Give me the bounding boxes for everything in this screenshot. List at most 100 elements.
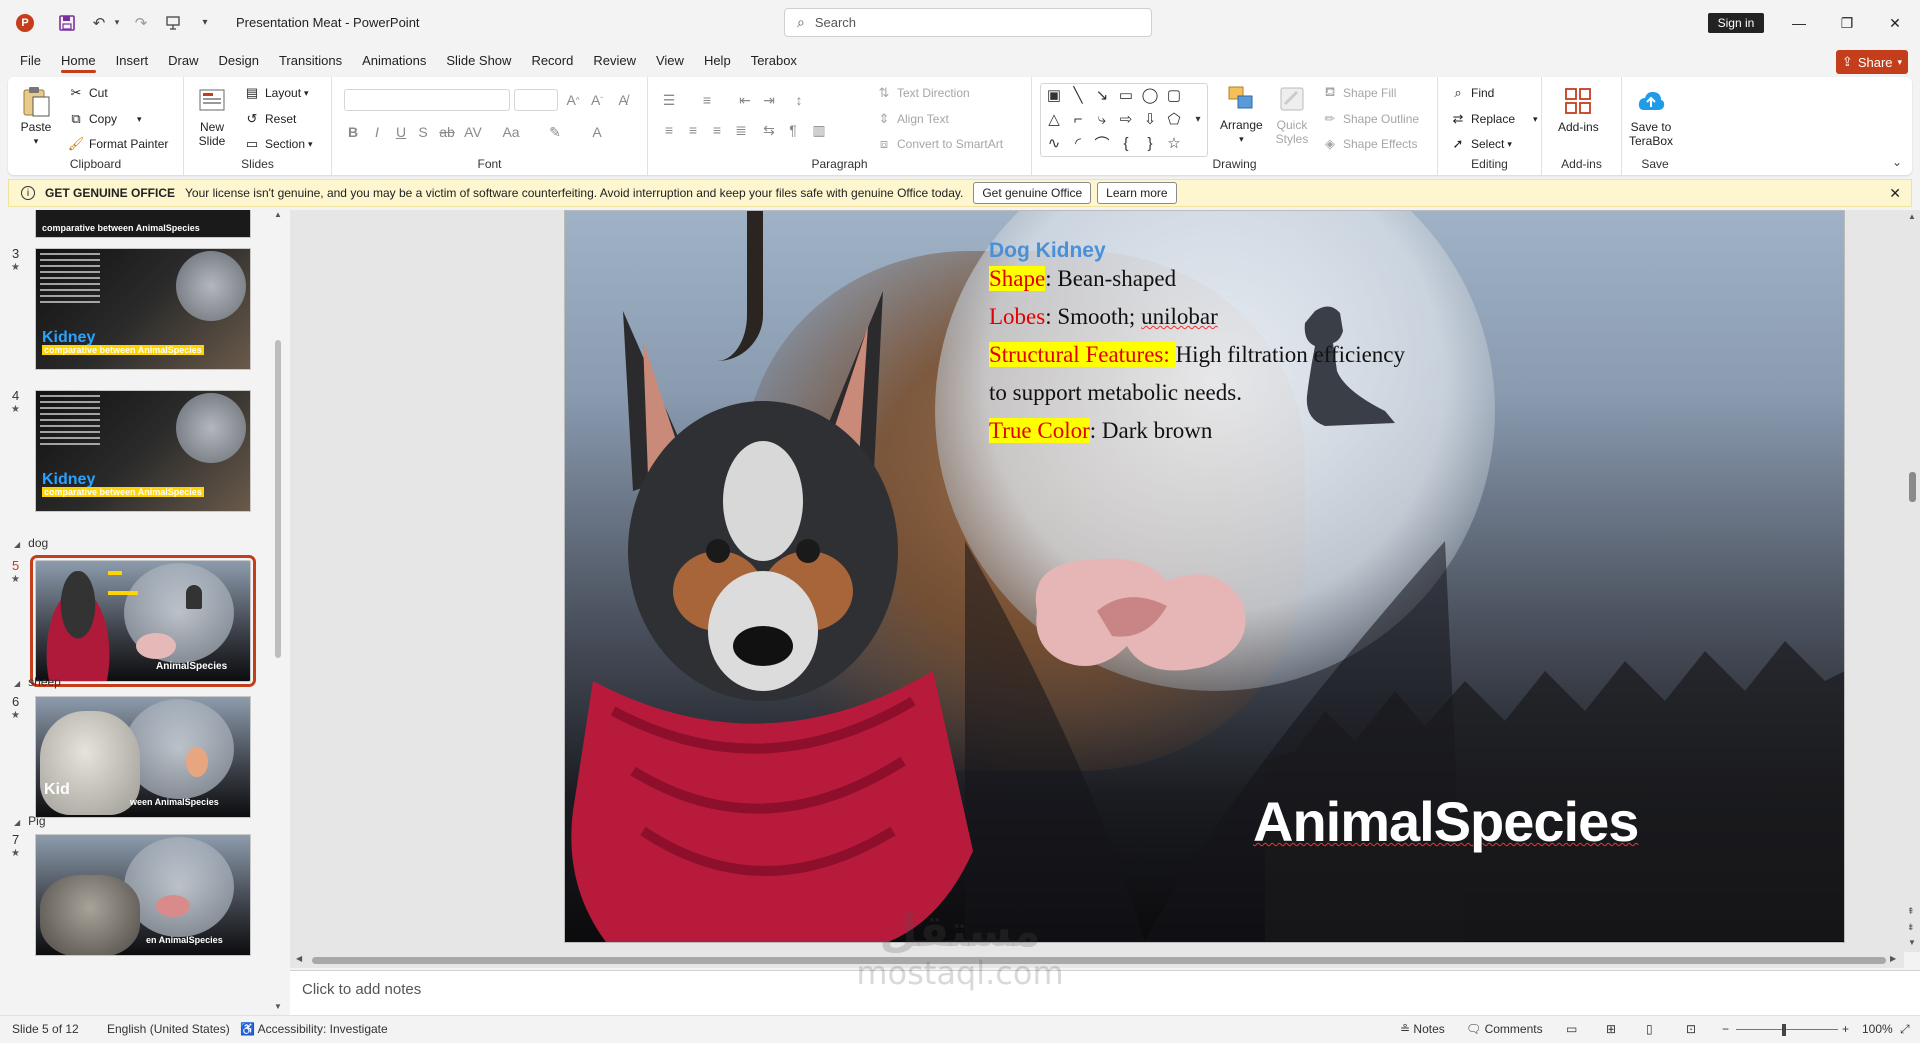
more-shapes-icon[interactable]: ▾ (1187, 108, 1209, 130)
share-button[interactable]: ⇪ Share ▾ (1836, 50, 1908, 74)
new-slide-button[interactable]: New Slide (194, 85, 230, 148)
minimize-icon[interactable]: — (1776, 10, 1822, 36)
character-spacing-icon[interactable]: AV (462, 121, 484, 143)
right-brace-shape-icon[interactable]: } (1139, 132, 1161, 154)
convert-smartart-button[interactable]: ⧈ Convert to SmartArt (876, 136, 1003, 152)
redo-icon[interactable]: ↷ (128, 10, 154, 36)
paste-button[interactable]: Paste ▾ (20, 85, 52, 148)
tab-terabox[interactable]: Terabox (751, 45, 797, 75)
arrow-line-shape-icon[interactable]: ↘ (1091, 84, 1113, 106)
increase-indent-icon[interactable]: ⇥ (758, 89, 780, 111)
slide-thumbnail[interactable]: Kidney comparative between AnimalSpecies (35, 248, 251, 370)
accessibility-button[interactable]: ♿ Accessibility: Investigate (240, 1022, 388, 1036)
text-direction-button[interactable]: ⇅ Text Direction (876, 85, 970, 101)
zoom-slider[interactable] (1736, 1029, 1838, 1030)
tab-draw[interactable]: Draw (168, 45, 198, 75)
scroll-down-icon[interactable]: ▼ (274, 1002, 282, 1011)
copy-button[interactable]: ⧉ Copy ▾ (68, 111, 141, 127)
shapes-gallery[interactable]: ▣ ╲ ↘ ▭ ◯ ▢ △ ⌐ ⤷ ⇨ ⇩ ⬠ ∿ ◜ ⌒ { } ☆ ▾ (1040, 83, 1208, 157)
down-arrow-shape-icon[interactable]: ⇩ (1139, 108, 1161, 130)
arrange-button[interactable]: Arrange ▾ (1220, 83, 1263, 146)
change-case-icon[interactable]: Aa (500, 121, 522, 143)
scrollbar-thumb[interactable] (1909, 472, 1916, 502)
slide-thumbnail[interactable]: en AnimalSpecies (35, 834, 251, 956)
shape-fill-button[interactable]: ⛾ Shape Fill (1322, 84, 1397, 101)
align-text-button[interactable]: ⇕ Align Text (876, 111, 949, 127)
restore-icon[interactable]: ❐ (1824, 10, 1870, 36)
slide-panel-scrollbar[interactable]: ▲ ▼ (272, 210, 284, 1015)
ltr-icon[interactable]: ¶ (782, 119, 804, 141)
font-color-icon[interactable]: A (586, 121, 608, 143)
oval-shape-icon[interactable]: ◯ (1139, 84, 1161, 106)
star-shape-icon[interactable]: ☆ (1163, 132, 1185, 154)
align-right-icon[interactable]: ≡ (706, 119, 728, 141)
slideshow-view-icon[interactable]: ⊡ (1686, 1022, 1696, 1036)
decrease-indent-icon[interactable]: ⇤ (734, 89, 756, 111)
close-icon[interactable]: ✕ (1872, 10, 1918, 36)
justify-icon[interactable]: ≣ (730, 119, 752, 141)
rectangle-shape-icon[interactable]: ▭ (1115, 84, 1137, 106)
slide-counter[interactable]: Slide 5 of 12 (12, 1022, 79, 1036)
slide-thumbnail[interactable]: Kid ween AnimalSpecies (35, 696, 251, 818)
tab-file[interactable]: File (20, 45, 41, 75)
search-input[interactable]: ⌕ Search (784, 8, 1152, 37)
present-icon[interactable] (160, 10, 186, 36)
previous-slide-icon[interactable]: ⇞ (1907, 906, 1915, 917)
textbox-shape-icon[interactable]: ▣ (1043, 84, 1065, 106)
slide-sorter-icon[interactable]: ⊞ (1606, 1022, 1616, 1036)
shape-effects-button[interactable]: ◈ Shape Effects (1322, 136, 1418, 152)
bold-icon[interactable]: B (342, 121, 364, 143)
scroll-left-icon[interactable]: ◀ (296, 954, 302, 963)
bullets-icon[interactable]: ☰ (658, 89, 680, 111)
language-indicator[interactable]: English (United States) (107, 1022, 230, 1036)
slide-thumbnail[interactable]: comparative between AnimalSpecies (35, 210, 251, 238)
font-size-select[interactable] (514, 89, 558, 111)
learn-more-button[interactable]: Learn more (1097, 182, 1177, 204)
shadow-icon[interactable]: S (412, 121, 434, 143)
line-spacing-icon[interactable]: ↕ (788, 89, 810, 111)
zoom-in-icon[interactable]: + (1842, 1022, 1849, 1036)
connector-shape-icon[interactable]: ⌐ (1067, 108, 1089, 130)
triangle-shape-icon[interactable]: △ (1043, 108, 1065, 130)
section-header-dog[interactable]: dog (14, 536, 48, 550)
strikethrough-icon[interactable]: ab (436, 121, 458, 143)
editor-horizontal-scrollbar[interactable]: ◀ ▶ (290, 952, 1904, 968)
normal-view-icon[interactable]: ▭ (1566, 1022, 1577, 1036)
left-brace-shape-icon[interactable]: { (1115, 132, 1137, 154)
scrollbar-thumb[interactable] (312, 957, 1886, 964)
save-terabox-button[interactable]: Save to TeraBox (1628, 85, 1674, 148)
scrollbar-thumb[interactable] (275, 340, 281, 658)
collapse-ribbon-icon[interactable]: ⌄ (1892, 155, 1902, 169)
clear-formatting-icon[interactable]: A̸ (612, 89, 634, 111)
tab-transitions[interactable]: Transitions (279, 45, 342, 75)
tab-animations[interactable]: Animations (362, 45, 426, 75)
quick-styles-button[interactable]: Quick Styles (1272, 83, 1312, 146)
reset-button[interactable]: ↺ Reset (244, 111, 297, 127)
cut-button[interactable]: ✂ Cut (68, 85, 108, 101)
get-genuine-office-button[interactable]: Get genuine Office (973, 182, 1092, 204)
right-arrow-shape-icon[interactable]: ⇨ (1115, 108, 1137, 130)
highlight-icon[interactable]: ✎ (544, 121, 566, 143)
editor-vertical-scrollbar[interactable]: ▲ ⇞ ⇟ ▼ (1904, 210, 1920, 952)
customize-toolbar-icon[interactable]: ▾ (192, 10, 218, 36)
current-slide[interactable]: Dog Kidney Shape: Bean-shaped Lobes: Smo… (564, 210, 1845, 943)
italic-icon[interactable]: I (366, 121, 388, 143)
rtl-icon[interactable]: ⇆ (758, 119, 780, 141)
layout-button[interactable]: ▤ Layout ▾ (244, 85, 309, 101)
addins-button[interactable]: Add-ins (1558, 85, 1599, 134)
tab-record[interactable]: Record (531, 45, 573, 75)
find-button[interactable]: ⌕ Find (1450, 85, 1494, 101)
section-header-pig[interactable]: Pig (14, 814, 45, 828)
undo-dropdown-icon[interactable]: ▾ (112, 10, 122, 36)
select-button[interactable]: ➚ Select ▾ (1450, 136, 1512, 152)
tab-view[interactable]: View (656, 45, 684, 75)
tab-review[interactable]: Review (593, 45, 636, 75)
reading-view-icon[interactable]: ▯ (1646, 1022, 1653, 1036)
increase-font-icon[interactable]: A ^ (562, 89, 584, 111)
pentagon-shape-icon[interactable]: ⬠ (1163, 108, 1185, 130)
tab-slide-show[interactable]: Slide Show (446, 45, 511, 75)
format-painter-button[interactable]: 🖌 Format Painter (68, 136, 169, 152)
notes-pane[interactable]: Click to add notes (290, 970, 1920, 1015)
align-left-icon[interactable]: ≡ (658, 119, 680, 141)
tab-help[interactable]: Help (704, 45, 731, 75)
